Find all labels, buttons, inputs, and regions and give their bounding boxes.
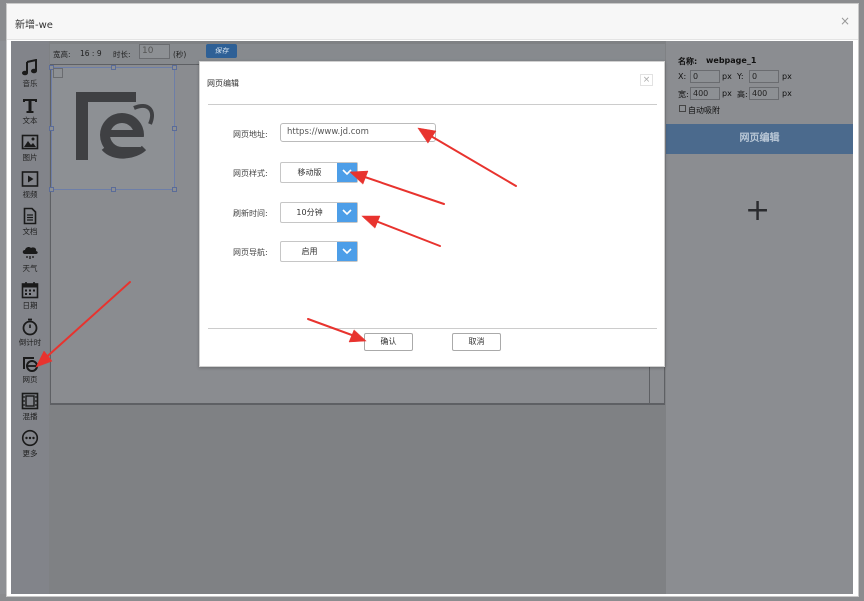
x-unit: px — [722, 72, 732, 81]
selected-webpage-element[interactable] — [49, 65, 177, 192]
resize-handle-b[interactable] — [111, 187, 116, 192]
resize-handle-bl[interactable] — [49, 187, 54, 192]
canvas-corner-marker — [53, 68, 63, 78]
tool-music[interactable]: 音乐 — [11, 57, 49, 93]
document-icon — [23, 207, 37, 225]
duration-label: 时长: — [113, 50, 131, 59]
tool-webpage-label: 网页 — [22, 375, 38, 384]
dialog-close-icon[interactable]: × — [640, 74, 653, 86]
tool-more-label: 更多 — [22, 449, 38, 458]
tool-mixed[interactable]: 混播 — [11, 390, 49, 426]
canvas-bottom-border — [50, 404, 665, 405]
calendar-icon — [21, 282, 39, 299]
dialog-title: 网页编辑 — [207, 79, 239, 88]
tool-image[interactable]: 图片 — [11, 131, 49, 167]
tool-date-label: 日期 — [22, 301, 38, 310]
width-label: 宽: — [678, 90, 689, 99]
snap-label: 自动吸附 — [688, 106, 720, 115]
ratio-label: 宽高: — [53, 50, 71, 59]
tool-music-label: 音乐 — [22, 79, 38, 88]
nav-select-value: 启用 — [301, 247, 318, 256]
height-unit: px — [782, 89, 792, 98]
name-label: 名称: — [678, 57, 698, 66]
style-select[interactable]: 移动版 — [280, 162, 358, 183]
width-input[interactable]: 400 — [690, 87, 720, 100]
y-label: Y: — [737, 72, 744, 81]
style-dropdown-toggle[interactable] — [337, 163, 357, 182]
nav-label: 网页导航: — [233, 248, 268, 257]
duration-input[interactable]: 10 — [139, 44, 170, 59]
snap-checkbox[interactable] — [679, 105, 686, 112]
x-label: X: — [678, 72, 687, 81]
text-icon — [23, 99, 37, 113]
resize-handle-br[interactable] — [172, 187, 177, 192]
canvas-scrollbar[interactable] — [649, 364, 650, 404]
timer-icon — [22, 318, 38, 336]
window-close-icon[interactable]: × — [840, 14, 850, 28]
tool-video-label: 视频 — [22, 190, 38, 199]
nav-select[interactable]: 启用 — [280, 241, 358, 262]
image-icon — [21, 134, 39, 150]
tool-document-label: 文档 — [22, 227, 38, 236]
y-unit: px — [782, 72, 792, 81]
style-label: 网页样式: — [233, 169, 268, 178]
tool-weather-label: 天气 — [22, 264, 38, 273]
resize-handle-t[interactable] — [111, 65, 116, 70]
style-select-value: 移动版 — [297, 168, 322, 177]
dialog-header-divider — [208, 104, 657, 105]
webpage-icon — [23, 357, 38, 372]
ie-logo-icon — [76, 92, 154, 160]
save-button[interactable]: 保存 — [206, 44, 237, 58]
window-title: 新增-we — [15, 20, 53, 31]
tool-text-label: 文本 — [22, 116, 38, 125]
duration-unit: (秒) — [173, 50, 187, 59]
weather-icon — [22, 246, 38, 259]
width-unit: px — [722, 89, 732, 98]
more-icon — [21, 429, 39, 447]
url-label: 网页地址: — [233, 130, 268, 139]
refresh-dropdown-toggle[interactable] — [337, 203, 357, 222]
confirm-button[interactable]: 确认 — [364, 333, 413, 351]
refresh-select-value: 10分钟 — [296, 208, 323, 217]
x-input[interactable]: 0 — [690, 70, 720, 83]
tool-text[interactable]: 文本 — [11, 94, 49, 130]
y-input[interactable]: 0 — [749, 70, 779, 83]
resize-handle-tr[interactable] — [172, 65, 177, 70]
dialog-footer-divider — [208, 328, 657, 329]
tool-date[interactable]: 日期 — [11, 279, 49, 315]
ratio-value: 16 : 9 — [80, 49, 102, 58]
nav-dropdown-toggle[interactable] — [337, 242, 357, 261]
refresh-label: 刷新时间: — [233, 209, 268, 218]
tool-timer[interactable]: 倒计时 — [11, 316, 49, 352]
name-value: webpage_1 — [706, 56, 757, 65]
tool-mixed-label: 混播 — [22, 412, 38, 421]
height-label: 高: — [737, 90, 748, 99]
tool-weather[interactable]: 天气 — [11, 242, 49, 278]
tool-timer-label: 倒计时 — [18, 338, 42, 347]
tool-image-label: 图片 — [22, 153, 38, 162]
webpage-edit-dialog: 网页编辑 × 网页地址: https://www.jd.com 网页样式: 移动… — [199, 61, 665, 367]
refresh-select[interactable]: 10分钟 — [280, 202, 358, 223]
chevron-down-icon — [342, 248, 352, 255]
chevron-down-icon — [342, 209, 352, 216]
tool-webpage[interactable]: 网页 — [11, 353, 49, 389]
cancel-button[interactable]: 取消 — [452, 333, 501, 351]
height-input[interactable]: 400 — [749, 87, 779, 100]
resize-handle-l[interactable] — [49, 126, 54, 131]
tool-more[interactable]: 更多 — [11, 427, 49, 463]
window-titlebar: 新增-we × — [7, 4, 858, 40]
add-icon[interactable]: + — [745, 196, 770, 226]
video-icon — [21, 171, 39, 187]
webpage-edit-button[interactable]: 网页编辑 — [666, 124, 853, 154]
resize-handle-r[interactable] — [172, 126, 177, 131]
tool-video[interactable]: 视频 — [11, 168, 49, 204]
component-toolbar: 音乐 文本 图片 视频 文档 天气 日期 倒计时 网页 混播 更多 — [11, 41, 49, 594]
tool-document[interactable]: 文档 — [11, 205, 49, 241]
url-input[interactable]: https://www.jd.com — [280, 123, 436, 142]
app-root: 新增-we × 音乐 文本 图片 视频 文档 天气 日期 倒计时 网页 混播 更… — [0, 0, 864, 601]
chevron-down-icon — [342, 169, 352, 176]
film-icon — [21, 392, 39, 410]
music-icon — [22, 59, 37, 76]
